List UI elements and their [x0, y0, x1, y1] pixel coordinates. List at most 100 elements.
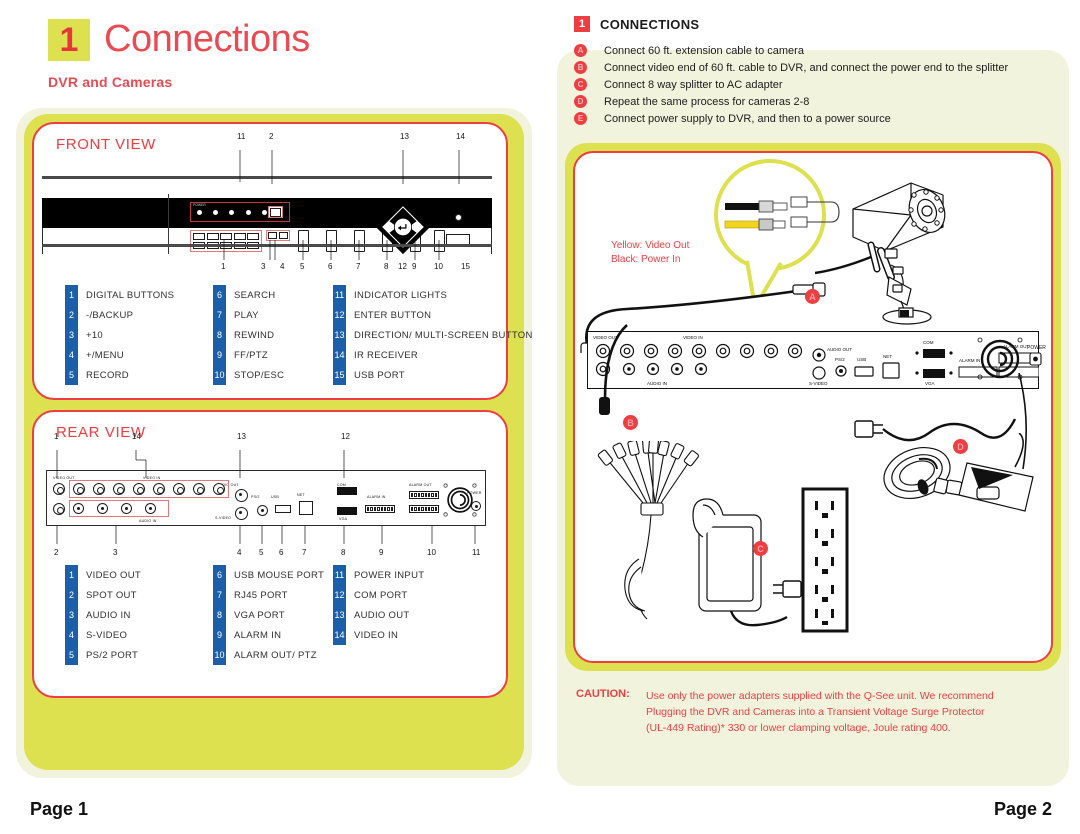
- front-callout-8: 8: [384, 262, 389, 271]
- digital-button: [193, 233, 205, 241]
- legend-label: VIDEO OUT: [86, 569, 141, 581]
- front-view-heading: FRONT VIEW: [56, 136, 156, 153]
- svg-text:S-VIDEO: S-VIDEO: [809, 381, 828, 386]
- svg-text:VIDEO IN: VIDEO IN: [683, 335, 703, 340]
- legend-item: 14 VIDEO IN: [333, 625, 533, 645]
- legend-number: 15: [333, 365, 346, 385]
- rear-label-ps2: PS/2: [251, 495, 260, 499]
- rear-label-alarm-out: ALARM OUT: [409, 483, 432, 487]
- legend-number: 14: [333, 345, 346, 365]
- legend-item: 8 VGA PORT: [213, 605, 333, 625]
- legend-number: 1: [65, 285, 78, 305]
- legend-item: 10 STOP/ESC: [213, 365, 333, 385]
- rear-callout-13: 13: [237, 432, 246, 441]
- dvr-rear-diagram: VIDEO OUT VIDEO IN AUDIO IN AUDIO OUT S-…: [46, 432, 494, 557]
- dvr-front-chassis: POWER: [42, 180, 492, 255]
- legend-label: INDICATOR LIGHTS: [354, 289, 448, 301]
- front-view-legend: 1 DIGITAL BUTTONS 2 -/BACKUP 3 +10 4 +/MENU …: [65, 285, 533, 385]
- front-legend-col-1: 1 DIGITAL BUTTONS 2 -/BACKUP 3 +10 4 +/MENU …: [65, 285, 213, 385]
- plus10-menu-button-group: [266, 230, 290, 241]
- list-item: A Connect 60 ft. extension cable to came…: [574, 42, 1008, 59]
- legend-item: 4 +/MENU: [65, 345, 213, 365]
- legend-number: 5: [65, 365, 78, 385]
- legend-item: 8 REWIND: [213, 325, 333, 345]
- legend-label: +/MENU: [86, 349, 124, 361]
- direction-multiscreen-button: [375, 199, 431, 255]
- legend-number: 14: [333, 625, 346, 645]
- right-page: 1 CONNECTIONS A Connect 60 ft. extension…: [552, 0, 1080, 834]
- rj45-net-port: [299, 501, 313, 515]
- legend-label: RJ45 PORT: [234, 589, 288, 601]
- rca-audio-out: [235, 489, 248, 502]
- rear-label-vga: VGA: [339, 517, 348, 521]
- legend-number: 7: [213, 305, 226, 325]
- legend-number: 12: [333, 585, 346, 605]
- rear-label-usb: USB: [271, 495, 279, 499]
- legend-number: 10: [213, 365, 226, 385]
- marker-a: A: [805, 289, 820, 304]
- svg-text:PS/2: PS/2: [835, 357, 845, 362]
- led-indicator: [196, 209, 202, 215]
- connections-badge: 1: [574, 16, 590, 32]
- legend-item: 11 INDICATOR LIGHTS: [333, 285, 533, 305]
- legend-item: 5 RECORD: [65, 365, 213, 385]
- section-number-badge: 1: [48, 18, 90, 61]
- caution-line-2: Plugging the DVR and Cameras into a Tran…: [646, 706, 985, 718]
- step-text: Connect power supply to DVR, and then to…: [604, 112, 891, 125]
- caution-text: Use only the power adapters supplied wit…: [646, 688, 994, 736]
- led-indicator: [212, 209, 218, 215]
- bnc-video-out: [53, 483, 65, 495]
- legend-label: PS/2 PORT: [86, 649, 139, 661]
- legend-label: USB PORT: [354, 369, 405, 381]
- legend-number: 8: [213, 605, 226, 625]
- legend-item: 9 FF/PTZ: [213, 345, 333, 365]
- front-legend-col-2: 6 SEARCH 7 PLAY 8 REWIND 9 FF/PTZ 10 STOP/ESC: [213, 285, 333, 385]
- legend-label: DIGITAL BUTTONS: [86, 289, 175, 301]
- list-item: E Connect power supply to DVR, and then …: [574, 110, 1008, 127]
- connections-title: CONNECTIONS: [600, 16, 700, 32]
- front-callout-2: 2: [269, 132, 274, 141]
- rear-callout-14: 14: [132, 432, 141, 441]
- legend-label: STOP/ESC: [234, 369, 285, 381]
- rear-callout-7: 7: [302, 548, 307, 557]
- step-marker-e: E: [574, 112, 587, 125]
- rear-view-legend: 1 VIDEO OUT 2 SPOT OUT 3 AUDIO IN 4 S-VIDEO …: [65, 565, 533, 665]
- legend-item: 6 USB MOUSE PORT: [213, 565, 333, 585]
- caution-notice: CAUTION: Use only the power adapters sup…: [576, 688, 994, 736]
- digital-button: [247, 233, 259, 241]
- play-button: [354, 230, 365, 252]
- digital-button: [220, 233, 232, 241]
- menu-button: [279, 232, 288, 239]
- rear-label-alarm-in: ALARM IN: [367, 495, 386, 499]
- svg-text:NET: NET: [883, 354, 892, 359]
- legend-label: FF/PTZ: [234, 349, 268, 361]
- power-led-label: POWER: [193, 203, 206, 207]
- search-button: [326, 230, 337, 252]
- legend-number: 6: [213, 565, 226, 585]
- page-title: 1 Connections: [48, 18, 310, 61]
- legend-number: 1: [65, 565, 78, 585]
- legend-number: 11: [333, 285, 346, 305]
- alarm-in-terminal: [365, 505, 396, 513]
- svg-text:COM: COM: [923, 340, 934, 345]
- dvr-rear-chassis: VIDEO OUT VIDEO IN AUDIO IN AUDIO OUT S-…: [46, 470, 486, 526]
- legend-number: 2: [65, 305, 78, 325]
- legend-label: POWER INPUT: [354, 569, 425, 581]
- step-marker-b: B: [574, 61, 587, 74]
- legend-number: 4: [65, 345, 78, 365]
- footer-page-2: Page 2: [993, 799, 1052, 819]
- legend-label: SEARCH: [234, 289, 276, 301]
- cooling-fan: [443, 483, 477, 517]
- legend-number: 3: [65, 605, 78, 625]
- rear-callout-3: 3: [113, 548, 118, 557]
- power-input-jack: [471, 501, 481, 511]
- section-title: Connections: [104, 18, 310, 60]
- legend-number: 13: [333, 325, 346, 345]
- front-callout-14: 14: [456, 132, 465, 141]
- step-text: Repeat the same process for cameras 2-8: [604, 95, 810, 108]
- led-indicator: [245, 209, 251, 215]
- marker-b: B: [623, 415, 638, 430]
- legend-item: 3 +10: [65, 325, 213, 345]
- legend-label: ALARM IN: [234, 629, 282, 641]
- legend-item: 13 AUDIO OUT: [333, 605, 533, 625]
